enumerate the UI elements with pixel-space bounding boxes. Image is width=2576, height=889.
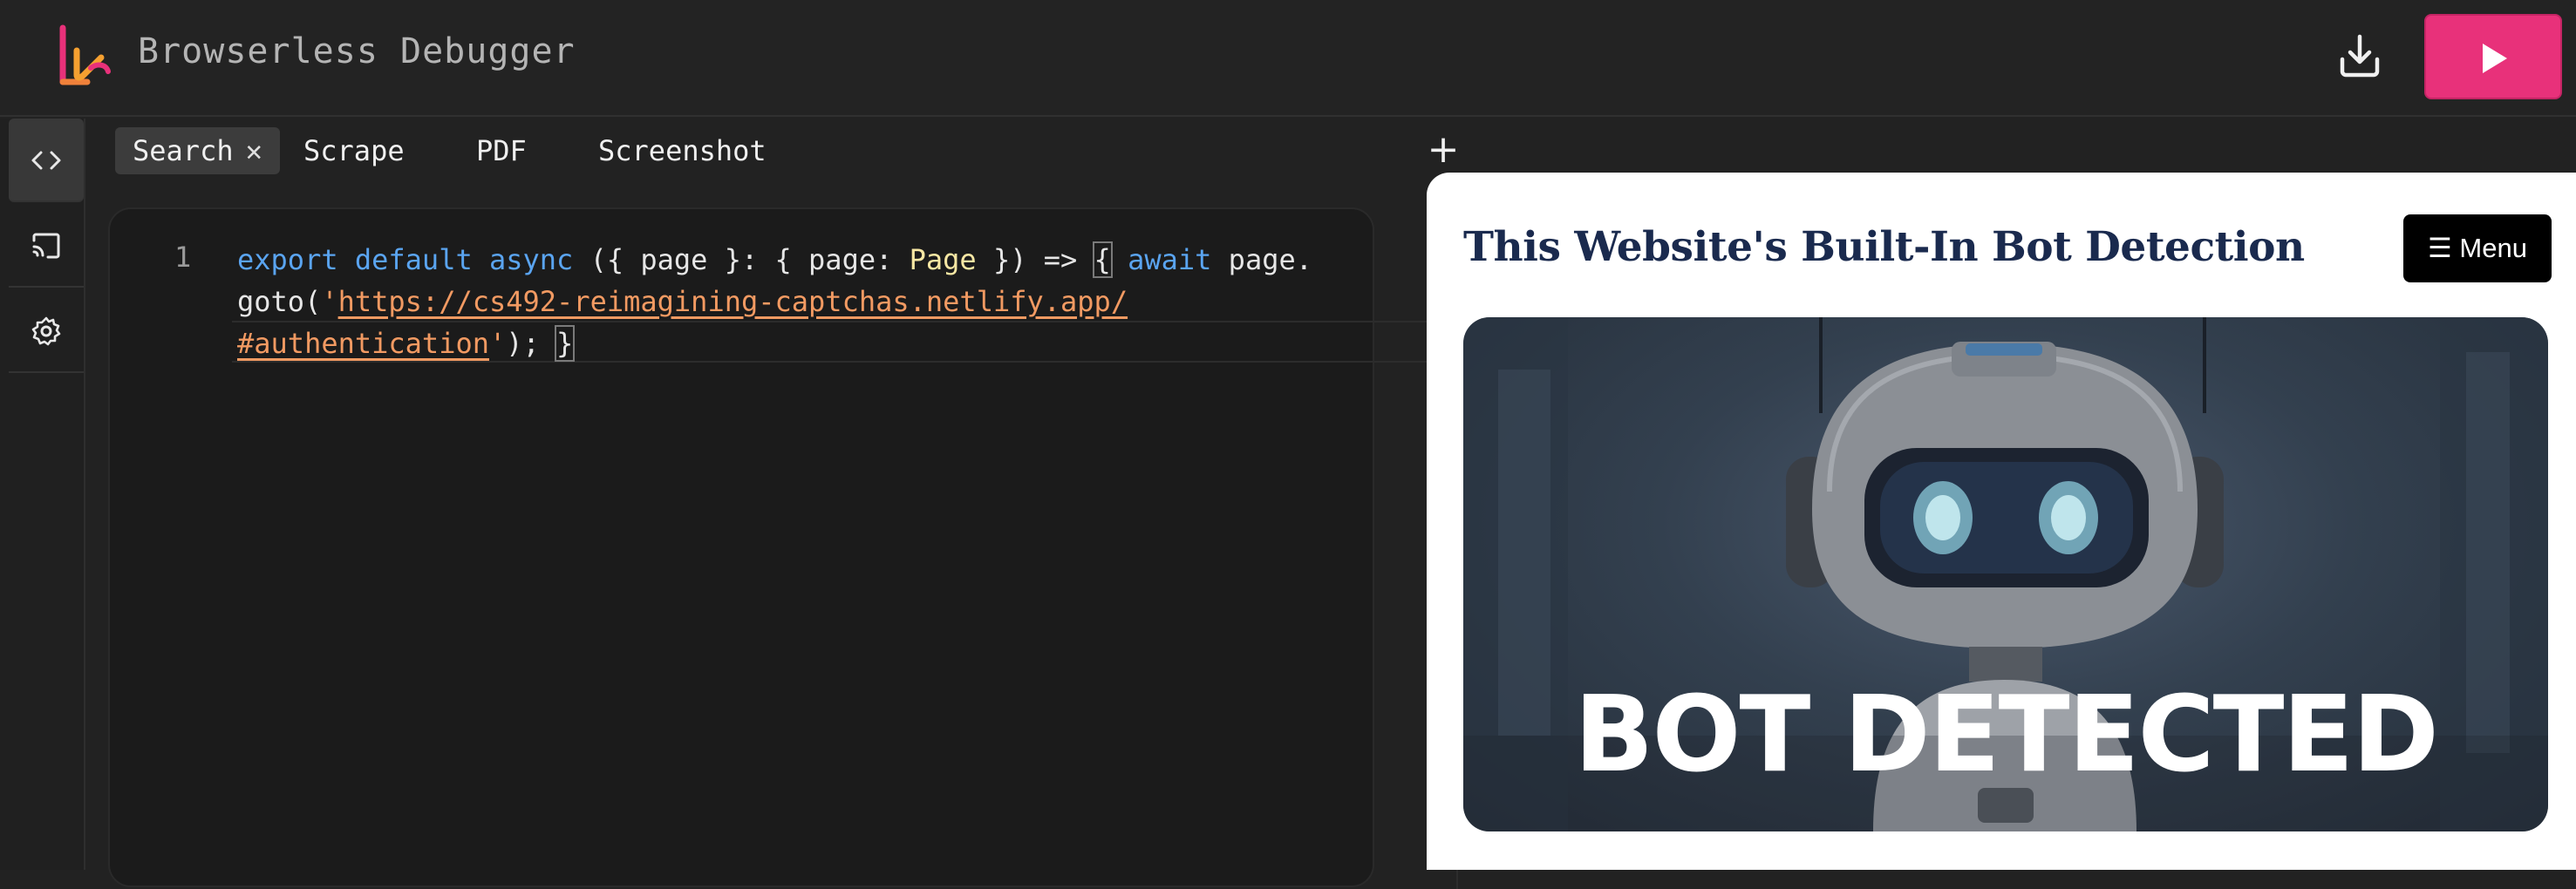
add-tab-button[interactable]: + bbox=[1421, 127, 1465, 174]
code-icon bbox=[31, 151, 61, 170]
close-icon[interactable]: ✕ bbox=[246, 134, 262, 167]
menu-button[interactable]: ☰ Menu bbox=[2403, 214, 2552, 282]
code-text[interactable]: export default async ({ page }: { page: … bbox=[237, 239, 1432, 364]
left-rail bbox=[0, 119, 85, 870]
bot-detected-text: BOT DETECTED bbox=[1573, 675, 2439, 796]
preview-heading: This Website's Built-In Bot Detection bbox=[1463, 223, 2305, 271]
tab-label: Search bbox=[133, 134, 234, 167]
tab-scrape[interactable]: Scrape bbox=[286, 127, 422, 174]
tab-pdf[interactable]: PDF bbox=[459, 127, 544, 174]
run-button[interactable] bbox=[2424, 14, 2562, 99]
tab-search[interactable]: Search ✕ bbox=[115, 127, 280, 174]
rail-item-settings[interactable] bbox=[9, 289, 84, 373]
download-button[interactable] bbox=[2334, 30, 2386, 82]
rail-item-code[interactable] bbox=[9, 119, 84, 202]
rail-item-cast[interactable] bbox=[9, 204, 84, 288]
browser-preview: This Website's Built-In Bot Detection ☰ … bbox=[1427, 173, 2576, 870]
download-icon bbox=[2340, 34, 2380, 78]
top-bar: Browserless Debugger bbox=[0, 0, 2576, 117]
tab-screenshot[interactable]: Screenshot bbox=[581, 127, 784, 174]
line-number: 1 bbox=[174, 241, 192, 274]
hero-image: BOT DETECTED bbox=[1463, 317, 2548, 831]
tab-label: Screenshot bbox=[598, 134, 767, 167]
app-title: Browserless Debugger bbox=[138, 31, 576, 71]
play-icon bbox=[2483, 44, 2507, 73]
browserless-logo-icon bbox=[52, 24, 113, 87]
cast-icon bbox=[32, 233, 60, 259]
tab-bar: Search ✕ Scrape PDF Screenshot + bbox=[113, 124, 1459, 174]
code-editor[interactable]: 1 export default async ({ page }: { page… bbox=[108, 207, 1479, 889]
gear-icon bbox=[31, 316, 61, 346]
tab-label: Scrape bbox=[303, 134, 405, 167]
tab-label: PDF bbox=[476, 134, 527, 167]
